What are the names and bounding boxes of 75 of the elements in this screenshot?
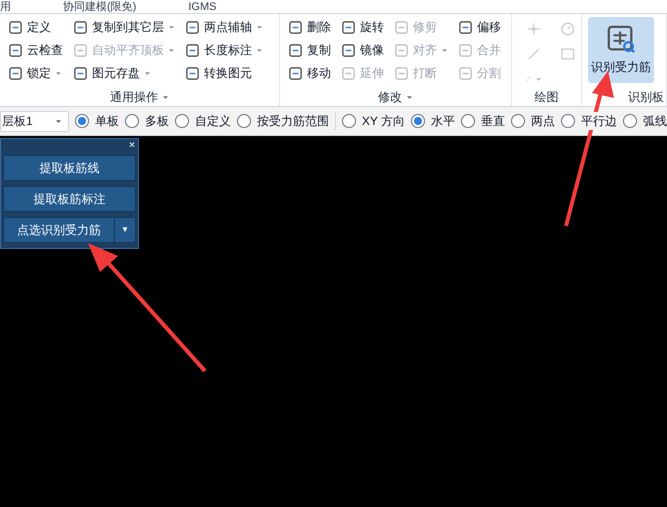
line-icon xyxy=(526,46,542,62)
tool-icon xyxy=(8,42,23,58)
caret-icon xyxy=(406,94,413,100)
caret-icon xyxy=(256,46,263,54)
caret-icon xyxy=(162,94,169,100)
point-icon xyxy=(526,21,542,37)
radio-button[interactable] xyxy=(124,114,139,128)
tool-icon xyxy=(8,66,23,80)
tool-icon xyxy=(458,20,473,34)
panel-button[interactable]: 提取板筋线 xyxy=(3,155,136,181)
group-label: 通用操作 xyxy=(110,89,158,106)
radio-button[interactable] xyxy=(561,114,575,128)
group-label: 识别板 xyxy=(628,89,664,106)
circle-icon xyxy=(560,21,575,37)
radio-button[interactable] xyxy=(623,114,637,128)
caret-icon xyxy=(168,24,175,30)
caret-icon xyxy=(168,46,175,54)
tool-icon xyxy=(288,42,303,58)
tool-icon xyxy=(288,20,303,34)
tool-button[interactable]: 复制到其它层 xyxy=(71,17,177,37)
tool-icon xyxy=(341,42,356,58)
radio-button[interactable] xyxy=(74,114,89,128)
panel-button[interactable]: 提取板筋标注 xyxy=(3,186,136,212)
rectangle-icon xyxy=(560,46,575,62)
tool-icon xyxy=(341,20,356,34)
recognize-button[interactable]: 识别受力筋 xyxy=(588,17,654,83)
tool-icon xyxy=(341,66,356,80)
tool-button[interactable]: 转换图元 xyxy=(183,63,265,83)
panel-button[interactable]: 点选识别受力筋 xyxy=(4,218,115,242)
tool-icon xyxy=(185,42,200,58)
tool-icon xyxy=(458,66,473,80)
tool-button[interactable]: 云检查 xyxy=(6,40,65,60)
caret-icon xyxy=(534,76,542,82)
tool-button[interactable]: 镜像 xyxy=(339,40,386,60)
tool-icon xyxy=(185,66,200,80)
tool-icon xyxy=(394,66,409,80)
caret-icon xyxy=(144,70,151,76)
tool-button[interactable]: 复制 xyxy=(286,40,333,60)
tool-button[interactable]: 长度标注 xyxy=(183,40,265,60)
tool-icon xyxy=(73,42,88,58)
tool-button[interactable]: 锁定 xyxy=(6,63,65,83)
floor-select[interactable]: 层板1 xyxy=(0,110,69,132)
caret-icon xyxy=(441,46,448,54)
radio-button[interactable] xyxy=(511,114,525,128)
menu-item[interactable]: 协同建模(限免) xyxy=(63,1,136,13)
caret-icon xyxy=(55,70,62,76)
radio-button[interactable] xyxy=(174,114,189,128)
caret-icon xyxy=(256,24,263,30)
dropdown-button[interactable]: ▼ xyxy=(115,218,135,242)
tool-button[interactable]: 偏移 xyxy=(456,17,503,37)
tool-button[interactable]: 旋转 xyxy=(339,17,386,37)
close-button[interactable]: × xyxy=(129,140,135,150)
group-label: 绘图 xyxy=(534,89,558,106)
tool-icon xyxy=(394,42,409,58)
radio-button[interactable] xyxy=(461,114,475,128)
caret-icon xyxy=(54,118,62,124)
tool-icon xyxy=(8,20,23,34)
tool-button[interactable]: 两点辅轴 xyxy=(183,17,265,37)
tool-button[interactable]: 图元存盘 xyxy=(71,63,177,83)
menu-item[interactable]: 用 xyxy=(0,1,11,13)
tool-button[interactable]: 定义 xyxy=(6,17,65,37)
recognize-icon xyxy=(606,24,636,54)
tool-icon xyxy=(394,20,409,34)
tool-icon xyxy=(458,42,473,58)
radio-button[interactable] xyxy=(342,114,356,128)
tool-button[interactable]: 移动 xyxy=(286,63,333,83)
radio-button[interactable] xyxy=(236,114,251,128)
tool-icon xyxy=(288,66,303,80)
tool-icon xyxy=(73,66,88,80)
tool-icon xyxy=(73,20,88,34)
radio-button[interactable] xyxy=(411,114,425,128)
tool-icon xyxy=(185,20,200,34)
group-label: 修改 xyxy=(378,89,402,106)
menu-item[interactable]: IGMS xyxy=(188,1,216,13)
tool-button[interactable]: 删除 xyxy=(286,17,333,37)
